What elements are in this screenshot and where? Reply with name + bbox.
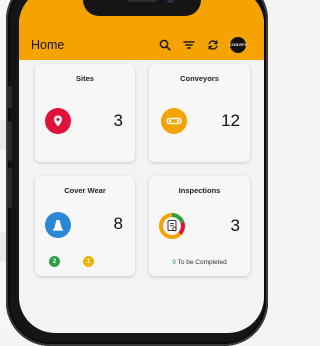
conveyor-belt-icon xyxy=(161,108,187,134)
sites-card[interactable]: Sites 3 xyxy=(35,64,135,162)
conveyors-card[interactable]: Conveyors 12 xyxy=(149,64,250,162)
card-title: Inspections xyxy=(178,186,221,195)
app-screen: Home CONVEY Sites 3 Conveyors 12 Cover W… xyxy=(19,0,264,333)
page-title: Home xyxy=(31,38,65,52)
inspections-card[interactable]: Inspections 3 9 To be Completed xyxy=(149,176,250,276)
side-button xyxy=(8,168,12,208)
status-badge: 1 xyxy=(83,256,94,267)
cone-icon xyxy=(45,212,71,238)
pending-text: To be Completed xyxy=(175,259,227,266)
app-header: Home CONVEY xyxy=(19,0,264,60)
speaker xyxy=(126,0,157,2)
cover-wear-count: 8 xyxy=(113,214,123,233)
conveyors-count: 12 xyxy=(221,111,240,130)
card-title: Cover Wear xyxy=(64,186,106,195)
camera xyxy=(166,0,174,3)
filter-icon[interactable] xyxy=(182,38,196,52)
location-pin-icon xyxy=(45,108,71,134)
phone-notch xyxy=(82,0,201,16)
search-icon[interactable] xyxy=(158,38,172,52)
side-button xyxy=(8,86,12,108)
inspection-progress-icon xyxy=(159,213,185,239)
sync-icon[interactable] xyxy=(206,38,220,52)
sites-count: 3 xyxy=(113,111,123,130)
phone-frame: Home CONVEY Sites 3 Conveyors 12 Cover W… xyxy=(6,0,268,346)
card-title: Sites xyxy=(76,74,94,83)
header-actions: CONVEY xyxy=(158,37,247,53)
status-badge: 2 xyxy=(49,256,60,267)
avatar[interactable]: CONVEY xyxy=(229,37,247,53)
inspections-count: 3 xyxy=(230,216,240,235)
side-button xyxy=(8,121,12,161)
cover-wear-card[interactable]: Cover Wear 8 2 1 xyxy=(35,176,135,276)
card-title: Conveyors xyxy=(180,74,219,83)
pending-inspections-note: 9 To be Completed xyxy=(149,259,250,266)
